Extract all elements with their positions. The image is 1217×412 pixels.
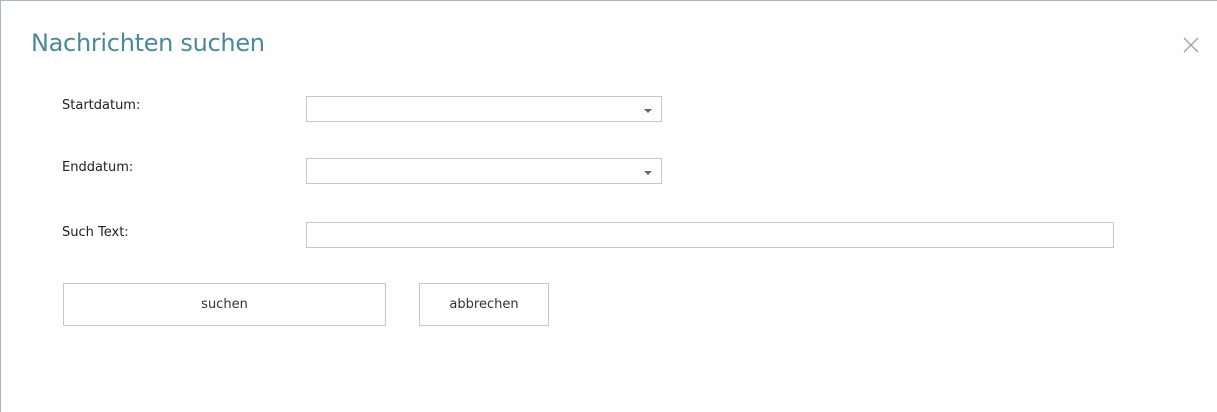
start-date-label: Startdatum:: [62, 98, 141, 113]
end-date-select[interactable]: [306, 158, 662, 184]
end-date-label: Enddatum:: [62, 160, 134, 175]
dialog-title: Nachrichten suchen: [31, 29, 265, 57]
start-date-select[interactable]: [306, 96, 662, 122]
close-icon: [1181, 35, 1201, 55]
close-button[interactable]: [1181, 35, 1201, 55]
search-messages-dialog: Nachrichten suchen Startdatum: Enddatum:…: [0, 0, 1217, 412]
search-button[interactable]: suchen: [63, 283, 386, 326]
chevron-down-icon: [644, 109, 652, 113]
search-text-label: Such Text:: [62, 225, 129, 240]
chevron-down-icon: [644, 171, 652, 175]
cancel-button[interactable]: abbrechen: [419, 283, 549, 326]
search-text-input[interactable]: [306, 222, 1114, 248]
